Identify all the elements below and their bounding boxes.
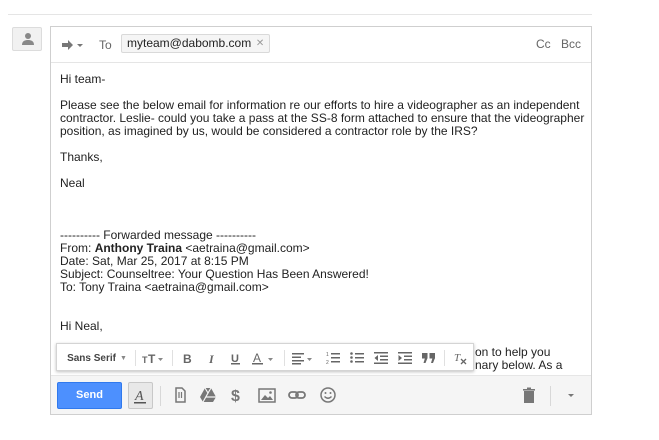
body-line: position, as imagined by us, would be co…: [60, 124, 478, 138]
indent-less-button[interactable]: [370, 348, 392, 368]
quote-button[interactable]: [418, 348, 440, 368]
numbered-list-button[interactable]: 12: [322, 348, 344, 368]
attach-file-icon: [175, 387, 186, 403]
recipient-email: myteam@dabomb.com: [127, 36, 252, 50]
toolbar-divider: [444, 350, 445, 366]
bcc-link[interactable]: Bcc: [561, 37, 581, 51]
from-name: Anthony Traina: [94, 241, 183, 255]
svg-text:I: I: [208, 352, 215, 365]
avatar: [12, 27, 42, 51]
text-color-icon: A: [252, 351, 273, 365]
compose-header: To myteam@dabomb.com ✕ Cc Bcc: [51, 27, 591, 63]
dollar-icon: $: [231, 388, 240, 405]
reply-greeting: Hi Neal,: [60, 319, 103, 333]
svg-text:T: T: [148, 352, 156, 365]
greeting-line: Hi team-: [60, 72, 106, 86]
formatting-options-button[interactable]: A: [128, 382, 153, 409]
formatting-options-icon: A: [134, 389, 146, 404]
to-label: To: [99, 38, 112, 52]
cc-bcc-links: Cc Bcc: [529, 37, 581, 51]
insert-link-button[interactable]: [288, 386, 306, 404]
font-family-label: Sans Serif: [67, 352, 116, 364]
bulleted-list-button[interactable]: [346, 348, 368, 368]
svg-text:A: A: [134, 389, 144, 404]
bulleted-list-icon: [350, 352, 364, 363]
indent-less-icon: [374, 352, 388, 364]
svg-text:T: T: [454, 352, 461, 364]
google-drive-button[interactable]: [199, 386, 217, 404]
underline-button[interactable]: U: [225, 348, 247, 368]
toolbar-divider: [160, 386, 161, 406]
toolbar-divider: [284, 350, 285, 366]
person-icon: [22, 33, 34, 45]
to-line: To: Tony Traina <aetraina@gmail.com>: [60, 280, 269, 294]
svg-text:1: 1: [326, 352, 329, 358]
more-options-button[interactable]: [562, 386, 580, 404]
underline-icon: U: [231, 353, 240, 365]
insert-photo-button[interactable]: [258, 386, 276, 404]
text-size-button[interactable]: T T: [140, 348, 168, 368]
send-money-button[interactable]: $: [227, 386, 245, 405]
remove-formatting-icon: T: [454, 352, 467, 365]
compose-bottom-bar: Send A $: [51, 375, 591, 414]
svg-text:2: 2: [326, 360, 329, 365]
formatting-toolbar: Sans Serif ▼ T T B I U A 12 T: [56, 343, 474, 371]
indent-more-button[interactable]: [394, 348, 416, 368]
insert-photo-icon: [258, 388, 276, 403]
reply-type-button[interactable]: [60, 37, 88, 53]
discard-draft-button[interactable]: [520, 386, 538, 404]
quote-icon: [422, 353, 435, 363]
from-email: <aetraina@gmail.com>: [185, 241, 310, 255]
trash-icon: [523, 387, 535, 403]
reply-arrow-icon: [62, 40, 83, 50]
align-icon: [292, 353, 312, 365]
bold-icon: B: [183, 352, 192, 365]
chevron-down-icon: ▼: [119, 354, 127, 362]
compose-window: To myteam@dabomb.com ✕ Cc Bcc Hi team- P…: [50, 26, 592, 415]
toolbar-divider: [172, 350, 173, 366]
text-size-icon: T T: [142, 352, 163, 365]
top-divider: [8, 14, 592, 15]
indent-more-icon: [398, 352, 412, 364]
send-button[interactable]: Send: [57, 382, 122, 409]
text-color-button[interactable]: A: [250, 348, 280, 368]
italic-icon: I: [208, 352, 215, 365]
from-label: From:: [60, 241, 92, 255]
signature-line: Neal: [60, 176, 85, 190]
italic-button[interactable]: I: [201, 348, 223, 368]
google-drive-icon: [200, 387, 216, 403]
toolbar-divider: [550, 386, 551, 406]
insert-link-icon: [288, 391, 306, 399]
bold-button[interactable]: B: [177, 348, 199, 368]
attach-file-button[interactable]: [171, 386, 189, 404]
more-options-icon: [568, 394, 574, 397]
toolbar-divider: [135, 350, 136, 366]
remove-recipient-icon[interactable]: ✕: [256, 35, 264, 52]
numbered-list-icon: 12: [326, 352, 340, 365]
svg-text:B: B: [183, 352, 192, 365]
font-family-select[interactable]: Sans Serif ▼: [63, 348, 131, 368]
recipient-chip[interactable]: myteam@dabomb.com ✕: [121, 34, 271, 53]
svg-text:$: $: [231, 388, 240, 404]
emoji-icon: [320, 387, 336, 403]
remove-formatting-button[interactable]: T: [450, 348, 470, 368]
align-button[interactable]: [289, 348, 319, 368]
insert-emoji-button[interactable]: [319, 386, 337, 404]
message-body[interactable]: Hi team- Please see the below email for …: [60, 72, 584, 372]
svg-text:A: A: [253, 351, 261, 365]
cc-link[interactable]: Cc: [536, 37, 551, 51]
thanks-line: Thanks,: [60, 150, 103, 164]
